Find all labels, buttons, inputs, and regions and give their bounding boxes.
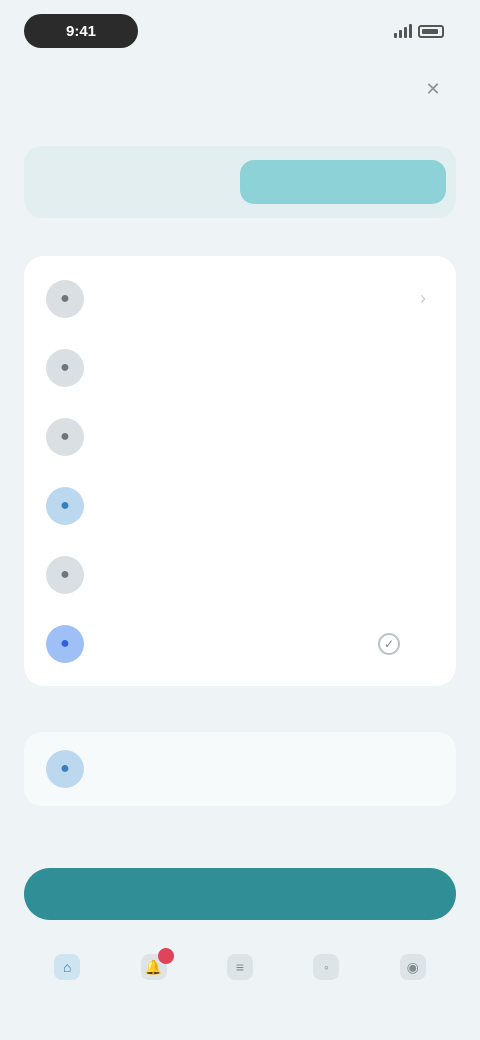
list-item[interactable]: ● › xyxy=(24,264,456,333)
notification-badge xyxy=(157,948,174,964)
primary-button[interactable] xyxy=(24,868,456,920)
close-icon[interactable]: ✕ xyxy=(422,78,444,100)
tab-notifications[interactable]: 🔔 xyxy=(122,948,186,988)
status-icons xyxy=(352,22,444,40)
tab-home[interactable]: ⌂ xyxy=(35,954,99,988)
circle-icon: ● xyxy=(46,348,84,387)
list-item[interactable]: ● xyxy=(24,402,456,471)
tab-profile[interactable]: ◉ xyxy=(381,954,445,988)
tab-chat[interactable]: ◦ xyxy=(294,954,358,988)
chevron-right-icon: › xyxy=(420,288,426,308)
tab-list[interactable]: ≡ xyxy=(208,954,272,988)
circle-icon: ● xyxy=(46,486,84,525)
battery-icon xyxy=(418,24,444,38)
options-list: ● › ● ● ● ● ● ✓ xyxy=(24,256,456,686)
nav-header: ✕ xyxy=(0,64,480,112)
segmented-control xyxy=(24,146,456,218)
home-icon: ⌂ xyxy=(54,954,81,980)
signal-icon xyxy=(394,24,412,38)
list-icon: ≡ xyxy=(226,954,253,980)
circle-icon: ● xyxy=(46,417,84,456)
secondary-item[interactable]: ● xyxy=(24,732,456,806)
segment-option-1[interactable] xyxy=(34,160,240,204)
list-item[interactable]: ● xyxy=(24,540,456,609)
chat-icon: ◦ xyxy=(313,954,340,980)
circle-icon: ● xyxy=(46,624,84,663)
user-icon: ◉ xyxy=(399,954,426,980)
list-item[interactable]: ● ✓ xyxy=(24,609,456,678)
check-icon[interactable]: ✓ xyxy=(378,633,400,655)
tab-bar: ⌂ 🔔 ≡ ◦ ◉ xyxy=(0,940,480,1040)
circle-icon: ● xyxy=(46,555,84,594)
circle-icon: ● xyxy=(46,750,84,788)
status-time: 9:41 xyxy=(24,14,138,48)
status-bar: 9:41 xyxy=(0,0,480,64)
circle-icon: ● xyxy=(46,279,84,318)
list-item[interactable]: ● xyxy=(24,471,456,540)
segment-option-2[interactable] xyxy=(240,160,446,204)
list-item[interactable]: ● xyxy=(24,333,456,402)
